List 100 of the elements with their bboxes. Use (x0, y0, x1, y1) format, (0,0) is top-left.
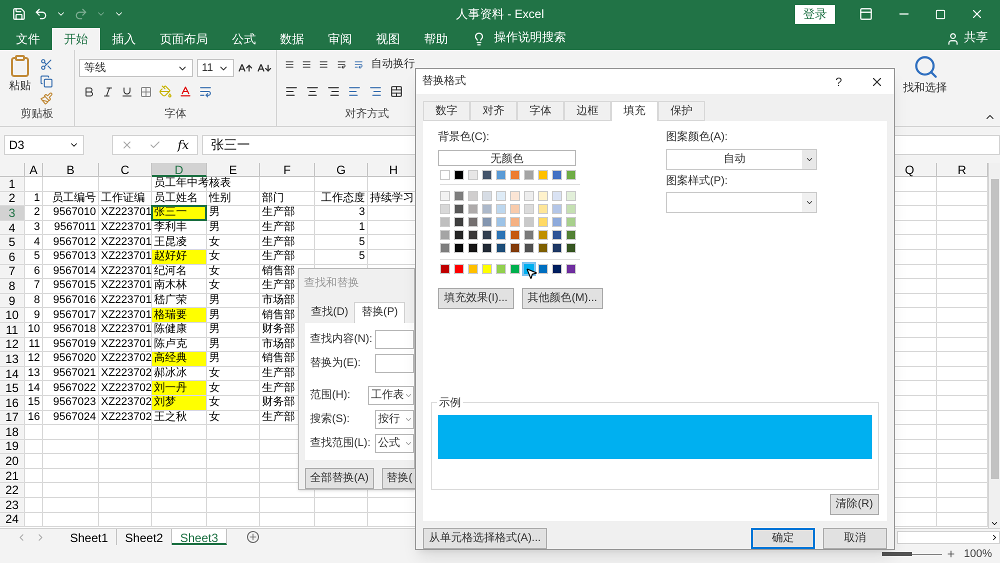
color-swatch[interactable] (454, 230, 464, 240)
add-sheet-icon[interactable] (247, 531, 260, 543)
column-header[interactable]: D (152, 163, 207, 177)
row-header[interactable]: 9 (0, 294, 25, 308)
color-swatch[interactable] (566, 170, 576, 180)
color-swatch[interactable] (440, 242, 450, 252)
color-swatch[interactable] (510, 190, 520, 200)
format-painter-icon[interactable] (40, 92, 53, 105)
underline-icon[interactable] (121, 86, 133, 98)
user-icon[interactable] (946, 32, 960, 46)
search-icon[interactable] (913, 54, 939, 80)
vertical-scrollbar[interactable] (988, 163, 1000, 528)
ribbon-tab[interactable]: 审阅 (316, 28, 364, 50)
color-swatch[interactable] (538, 264, 548, 274)
color-swatch[interactable] (496, 242, 506, 252)
color-swatch[interactable] (566, 264, 576, 274)
scroll-right-icon[interactable] (990, 532, 999, 542)
dialog-button[interactable]: 替换( (382, 468, 418, 488)
zoom-level[interactable]: 100% (964, 546, 992, 562)
cancel-button[interactable]: 取消 (823, 528, 887, 549)
color-swatch[interactable] (496, 230, 506, 240)
color-swatch[interactable] (468, 170, 478, 180)
color-swatch[interactable] (468, 216, 478, 226)
color-swatch[interactable] (482, 242, 492, 252)
row-header[interactable]: 12 (0, 338, 25, 352)
column-header[interactable]: A (25, 163, 43, 177)
color-swatch[interactable] (538, 230, 548, 240)
color-swatch[interactable] (440, 204, 450, 214)
color-swatch[interactable] (566, 204, 576, 214)
column-header[interactable]: G (315, 163, 368, 177)
merge-icon[interactable] (390, 84, 403, 98)
color-swatch[interactable] (454, 264, 464, 274)
dropdown[interactable]: 按行 (375, 410, 414, 428)
dialog-tab[interactable]: 填充 (611, 101, 658, 121)
cancel-icon[interactable] (121, 139, 134, 151)
close-icon[interactable] (970, 7, 984, 21)
row-header[interactable]: 14 (0, 366, 25, 382)
column-header[interactable]: E (207, 163, 260, 177)
color-swatch[interactable] (454, 190, 464, 200)
dropdown[interactable]: 公式 (375, 434, 414, 452)
align-center-icon[interactable] (306, 84, 319, 98)
cut-icon[interactable] (40, 58, 53, 71)
align-right-icon[interactable] (327, 84, 340, 98)
restore-icon[interactable] (935, 8, 946, 20)
color-swatch[interactable] (524, 170, 534, 180)
row-header[interactable]: 3 (0, 206, 25, 221)
fill-effects-button[interactable]: 填充效果(I)... (438, 288, 514, 308)
color-swatch[interactable] (440, 170, 450, 180)
color-swatch[interactable] (468, 230, 478, 240)
ribbon-tab[interactable]: 插入 (100, 28, 148, 50)
wrap-text-button[interactable]: 自动换行 (371, 56, 416, 72)
color-swatch[interactable] (482, 190, 492, 200)
color-swatch[interactable] (566, 216, 576, 226)
color-swatch[interactable] (496, 264, 506, 274)
row-header[interactable]: 13 (0, 352, 25, 367)
color-swatch[interactable] (524, 216, 534, 226)
indent-icon[interactable] (369, 84, 382, 98)
dialog-tab[interactable]: 边框 (564, 101, 611, 121)
row-header[interactable]: 23 (0, 498, 25, 513)
ribbon-display-icon[interactable] (859, 7, 873, 21)
share-button[interactable]: 共享 (964, 28, 988, 46)
name-box[interactable]: D3 (4, 135, 84, 155)
row-header[interactable]: 7 (0, 264, 25, 280)
row-header[interactable]: 21 (0, 468, 25, 484)
ok-button[interactable]: 确定 (751, 528, 815, 549)
row-header[interactable]: 16 (0, 396, 25, 410)
color-swatch[interactable] (496, 170, 506, 180)
color-swatch[interactable] (440, 264, 450, 274)
indent-icon[interactable] (348, 84, 361, 98)
color-swatch[interactable] (538, 216, 548, 226)
font-name-field[interactable]: 等线 (79, 59, 193, 77)
color-swatch[interactable] (538, 170, 548, 180)
color-swatch[interactable] (552, 242, 562, 252)
horizontal-scrollbar[interactable] (897, 530, 1000, 544)
lightbulb-icon[interactable] (472, 32, 486, 46)
color-swatch[interactable] (454, 204, 464, 214)
help-button[interactable]: ? (835, 72, 842, 90)
color-swatch[interactable] (482, 216, 492, 226)
dialog-tab[interactable]: 查找(D) (305, 302, 354, 322)
dialog-tab[interactable]: 对齐 (470, 101, 517, 121)
color-swatch[interactable] (482, 170, 492, 180)
color-swatch[interactable] (482, 204, 492, 214)
zoom-in-icon[interactable] (946, 549, 956, 559)
color-swatch[interactable] (566, 190, 576, 200)
dialog-tab[interactable]: 替换(P) (354, 302, 405, 322)
color-swatch[interactable] (510, 230, 520, 240)
caret-icon[interactable] (804, 198, 814, 207)
italic-icon[interactable] (102, 86, 114, 98)
paste-button[interactable]: 粘贴 (9, 78, 31, 94)
column-header[interactable]: F (260, 163, 315, 177)
color-swatch[interactable] (538, 242, 548, 252)
row-header[interactable]: 4 (0, 220, 25, 236)
row-header[interactable]: 11 (0, 322, 25, 338)
color-swatch[interactable] (538, 190, 548, 200)
dialog-button[interactable]: 全部替换(A) (305, 468, 374, 488)
paste-icon[interactable] (8, 54, 32, 78)
row-header[interactable]: 8 (0, 279, 25, 294)
color-swatch[interactable] (496, 190, 506, 200)
row-header[interactable]: 15 (0, 381, 25, 396)
color-swatch[interactable] (510, 170, 520, 180)
